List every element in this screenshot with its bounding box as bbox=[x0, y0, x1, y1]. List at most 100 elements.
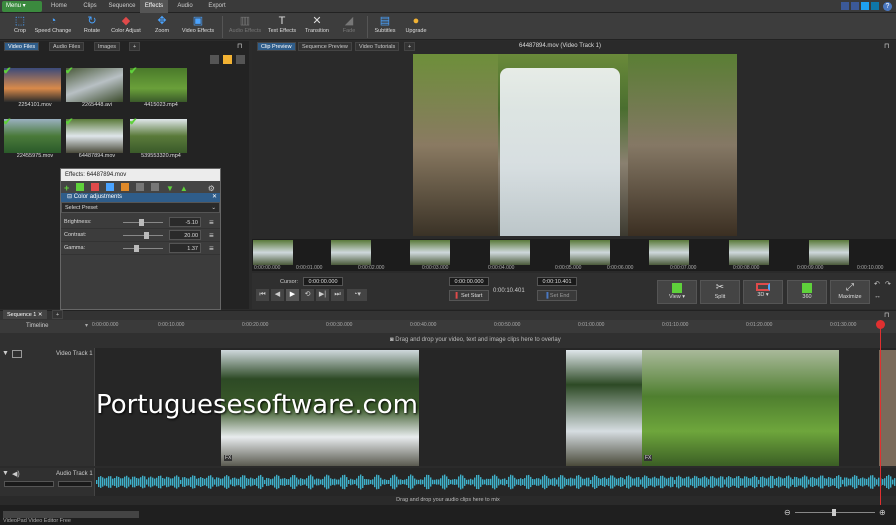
tab-audio[interactable]: Audio bbox=[172, 0, 198, 13]
brightness-slider-knob[interactable] bbox=[138, 219, 144, 226]
start-time-field[interactable]: 0:00:00.000 bbox=[449, 277, 489, 286]
collapse-arrows-icon[interactable]: ↔ bbox=[874, 293, 881, 300]
settings-icon[interactable]: ⚙ bbox=[208, 184, 215, 193]
tab-clip-preview[interactable]: Clip Preview bbox=[257, 42, 296, 51]
brightness-value[interactable]: -5.10 bbox=[169, 217, 201, 227]
remove-effect-icon[interactable] bbox=[91, 183, 100, 191]
go-to-start-icon[interactable]: ⏮ bbox=[256, 289, 269, 301]
tab-clips[interactable]: Clips bbox=[78, 0, 102, 13]
gamma-value[interactable]: 1.37 bbox=[169, 243, 201, 253]
contrast-slider-knob[interactable] bbox=[144, 232, 149, 239]
tab-sequence[interactable]: Sequence bbox=[105, 0, 139, 13]
video-clip[interactable] bbox=[566, 350, 642, 466]
effect-section-header[interactable]: ⊟ Color adjustments ✕ bbox=[61, 193, 220, 202]
speaker-icon[interactable]: ◀) bbox=[12, 470, 20, 478]
audio-volume-slider[interactable] bbox=[4, 481, 54, 487]
media-item[interactable]: 2254101.mov bbox=[4, 68, 66, 108]
text-effects-button[interactable]: T Text Effects bbox=[262, 14, 302, 40]
zoom-slider-knob[interactable] bbox=[832, 509, 836, 516]
fx-badge[interactable]: FX bbox=[644, 455, 653, 461]
tab-sequence-1[interactable]: Sequence 1 ✕ bbox=[3, 310, 47, 319]
contrast-slider-track[interactable] bbox=[123, 235, 163, 236]
set-end-button[interactable]: ▐ Set End bbox=[537, 290, 577, 301]
track-view-icon[interactable] bbox=[12, 350, 22, 358]
menu-icon[interactable]: ≡ bbox=[209, 216, 214, 229]
maximize-button[interactable]: ⤢ Maximize bbox=[830, 280, 870, 304]
facebook-icon[interactable] bbox=[851, 2, 859, 10]
tab-home[interactable]: Home bbox=[46, 0, 72, 13]
add-bin-tab-button[interactable]: + bbox=[129, 42, 141, 51]
color-adjust-button[interactable]: ◆ Color Adjust bbox=[106, 14, 146, 40]
split-button[interactable]: ✂ Split bbox=[700, 280, 740, 304]
360-button[interactable]: 360 bbox=[787, 280, 827, 304]
media-item[interactable]: 4415023.mp4 bbox=[130, 68, 192, 108]
view-button[interactable]: View ▾ bbox=[657, 280, 697, 304]
tab-sequence-preview[interactable]: Sequence Preview bbox=[298, 42, 352, 51]
redo-icon[interactable]: ↷ bbox=[885, 280, 891, 288]
save-preset-icon[interactable] bbox=[106, 183, 115, 191]
paste-icon[interactable] bbox=[150, 183, 159, 191]
folder-icon[interactable] bbox=[223, 55, 232, 64]
tab-video-tutorials[interactable]: Video Tutorials bbox=[355, 42, 400, 51]
zoom-in-icon[interactable]: ⊕ bbox=[879, 508, 886, 517]
speed-dropdown-icon[interactable]: ◔▾ bbox=[347, 289, 367, 301]
audio-effects-button[interactable]: ▥ Audio Effects bbox=[224, 14, 266, 40]
add-preview-tab-button[interactable]: + bbox=[404, 42, 416, 51]
move-up-icon[interactable]: ▲ bbox=[180, 184, 188, 193]
main-menu-button[interactable]: Menu ▾ bbox=[2, 1, 42, 12]
twitter-icon[interactable] bbox=[861, 2, 869, 10]
set-start-button[interactable]: ▌ Set Start bbox=[449, 290, 489, 301]
move-down-icon[interactable]: ▼ bbox=[166, 184, 174, 193]
add-keyframe-icon[interactable] bbox=[76, 183, 85, 191]
end-time-field[interactable]: 0:00:10.401 bbox=[537, 277, 577, 286]
pin-icon[interactable]: ⊓ bbox=[884, 311, 889, 319]
menu-icon[interactable]: ≡ bbox=[209, 242, 214, 255]
audio-drop-zone[interactable]: Drag and drop your audio clips here to m… bbox=[0, 496, 896, 505]
fx-badge[interactable]: FX bbox=[224, 455, 233, 461]
upgrade-button[interactable]: ● Upgrade bbox=[396, 14, 436, 40]
media-item[interactable]: 64487894.mov bbox=[66, 119, 128, 159]
list-view-icon[interactable] bbox=[236, 55, 245, 64]
zoom-out-icon[interactable]: ⊖ bbox=[784, 508, 791, 517]
gamma-slider-track[interactable] bbox=[123, 248, 163, 249]
tab-video-files[interactable]: Video Files bbox=[4, 42, 40, 51]
horizontal-scrollbar[interactable] bbox=[3, 511, 139, 518]
playhead-handle[interactable] bbox=[876, 320, 885, 329]
speed-change-button[interactable]: ◔ Speed Change bbox=[32, 14, 74, 40]
menu-icon[interactable]: ≡ bbox=[209, 229, 214, 242]
media-item[interactable]: 539553320.mp4 bbox=[130, 119, 192, 159]
close-icon[interactable]: ✕ bbox=[212, 193, 217, 202]
loop-icon[interactable]: ⟲ bbox=[301, 289, 314, 301]
video-clip[interactable] bbox=[879, 350, 896, 466]
zoom-button[interactable]: ✥ Zoom bbox=[142, 14, 182, 40]
gamma-slider-knob[interactable] bbox=[133, 245, 139, 252]
step-forward-icon[interactable]: ▶| bbox=[316, 289, 329, 301]
undo-icon[interactable]: ↶ bbox=[874, 280, 880, 288]
video-clip[interactable] bbox=[642, 350, 839, 466]
edit-icon[interactable] bbox=[121, 183, 130, 191]
add-sequence-button[interactable]: + bbox=[52, 310, 64, 319]
3d-button[interactable]: 3D ▾ bbox=[743, 280, 783, 304]
collapse-track-icon[interactable]: ▼ bbox=[2, 350, 9, 357]
pin-icon[interactable]: ⊓ bbox=[884, 42, 889, 50]
audio-pan-slider[interactable] bbox=[58, 481, 92, 487]
preset-select[interactable]: Select Preset ⌄ bbox=[61, 202, 220, 213]
tab-export[interactable]: Export bbox=[202, 0, 232, 13]
delete-icon[interactable] bbox=[210, 55, 219, 64]
overlay-drop-zone[interactable]: ◙ Drag and drop your video, text and ima… bbox=[0, 333, 896, 348]
media-item[interactable]: 22455975.mov bbox=[4, 119, 66, 159]
like-icon[interactable] bbox=[841, 2, 849, 10]
add-effect-icon[interactable]: + bbox=[64, 183, 69, 193]
playhead[interactable] bbox=[880, 320, 881, 505]
help-icon[interactable]: ? bbox=[883, 2, 892, 11]
tab-audio-files[interactable]: Audio Files bbox=[49, 42, 85, 51]
cursor-time-field[interactable]: 0:00:00.000 bbox=[303, 277, 343, 286]
pin-icon[interactable]: ⊓ bbox=[237, 42, 247, 51]
go-to-end-icon[interactable]: ⏭ bbox=[331, 289, 344, 301]
tab-effects[interactable]: Effects bbox=[140, 0, 168, 13]
step-back-icon[interactable]: ◀ bbox=[271, 289, 284, 301]
contrast-value[interactable]: 20.00 bbox=[169, 230, 201, 240]
collapse-track-icon[interactable]: ▼ bbox=[2, 470, 9, 477]
play-icon[interactable]: ▶ bbox=[286, 289, 299, 301]
video-effects-button[interactable]: ▣ Video Effects bbox=[177, 14, 219, 40]
